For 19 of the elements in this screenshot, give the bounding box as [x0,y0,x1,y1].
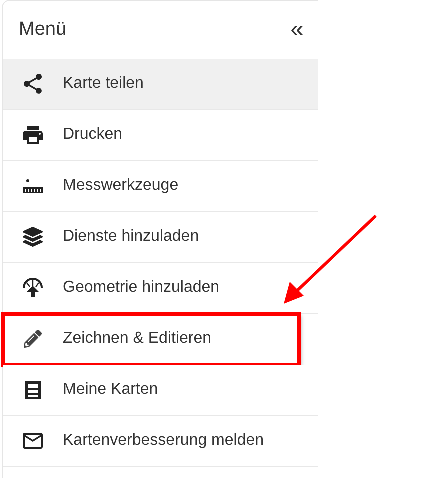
menu-item-label: Dienste hinzuladen [63,227,200,247]
menu-item-label: Zeichnen & Editieren [63,329,212,349]
pencil-icon [24,330,42,348]
menu-item[interactable]: Karte teilen [3,59,318,110]
menu-item-label: Messwerkzeuge [63,176,179,196]
menu-item-label: Drucken [63,125,123,145]
menu-item-label: Kartenverbesserung melden [63,431,264,451]
document-icon [24,380,42,400]
printer-icon [21,123,45,147]
layers-icon [23,227,43,247]
upload-icon [22,277,44,299]
menu-item-label: Geometrie hinzuladen [63,278,220,298]
collapse-button[interactable]: « [290,18,304,42]
menu-item-label: Meine Karten [63,380,158,400]
ruler-icon [22,178,44,194]
menu-item[interactable]: Zeichnen & Editieren [3,314,299,365]
share-icon [21,72,45,96]
menu-item-label: Karte teilen [63,74,144,94]
menu-title: Menü [19,18,67,42]
